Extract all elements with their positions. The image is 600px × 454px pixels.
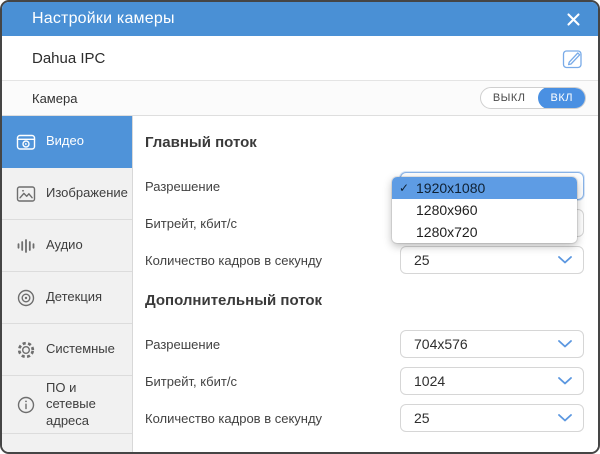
- sub-resolution-select[interactable]: 704x576: [400, 330, 584, 358]
- titlebar: Настройки камеры: [2, 2, 598, 36]
- field-label: Битрейт, кбит/с: [145, 216, 237, 231]
- select-value: 1024: [414, 373, 445, 389]
- camera-row: Камера ВЫКЛ ВКЛ: [2, 81, 598, 116]
- detection-icon: [14, 286, 37, 309]
- image-icon: [14, 182, 37, 205]
- dropdown-option-label: 1920x1080: [416, 180, 485, 196]
- field-label: Битрейт, кбит/с: [145, 374, 237, 389]
- camera-label: Камера: [32, 91, 480, 106]
- dropdown-option-label: 1280x960: [416, 202, 478, 218]
- sidebar: Видео Изображение: [2, 116, 133, 452]
- dropdown-option-1920x1080[interactable]: ✓ 1920x1080: [392, 177, 577, 199]
- dropdown-option-label: 1280x720: [416, 224, 478, 240]
- sidebar-item-label: Детекция: [46, 289, 102, 305]
- field-label: Разрешение: [145, 337, 220, 352]
- camera-toggle: ВЫКЛ ВКЛ: [480, 87, 586, 109]
- field-label: Количество кадров в секунду: [145, 411, 322, 426]
- select-value: 704x576: [414, 336, 468, 352]
- device-row: Dahua IPC: [2, 36, 598, 81]
- sidebar-item-video[interactable]: Видео: [2, 116, 132, 168]
- row-main-resolution: Разрешение ✓ 1920x1080 ✓ 1280x960: [145, 172, 584, 200]
- sidebar-item-detection[interactable]: Детекция: [2, 272, 132, 324]
- row-sub-framerate: Количество кадров в секунду 25: [145, 404, 584, 432]
- select-value: 25: [414, 252, 430, 268]
- field-label: Разрешение: [145, 179, 220, 194]
- sidebar-item-label: Системные: [46, 341, 115, 357]
- sidebar-item-image[interactable]: Изображение: [2, 168, 132, 220]
- toggle-off-button[interactable]: ВЫКЛ: [481, 88, 538, 108]
- chevron-down-icon: [558, 256, 572, 264]
- checkmark-icon: ✓: [399, 181, 409, 195]
- audio-icon: [14, 234, 37, 257]
- row-main-framerate: Количество кадров в секунду 25: [145, 246, 584, 274]
- camera-settings-dialog: Настройки камеры Dahua IPC Камера ВЫКЛ В…: [0, 0, 600, 454]
- sidebar-item-label: ПО и сетевые адреса: [46, 380, 126, 429]
- resolution-dropdown: ✓ 1920x1080 ✓ 1280x960 ✓ 1280x720: [392, 177, 577, 243]
- sidebar-item-label: Изображение: [46, 185, 128, 201]
- sub-bitrate-select[interactable]: 1024: [400, 367, 584, 395]
- settings-panel: Главный поток Разрешение ✓ 1920x1080: [133, 116, 598, 452]
- chevron-down-icon: [558, 377, 572, 385]
- gear-icon: [14, 338, 37, 361]
- chevron-down-icon: [558, 414, 572, 422]
- edit-icon[interactable]: [560, 46, 585, 71]
- sidebar-item-software-network[interactable]: ПО и сетевые адреса: [2, 376, 132, 434]
- dropdown-option-1280x960[interactable]: ✓ 1280x960: [392, 199, 577, 221]
- page-title: Настройки камеры: [32, 10, 564, 28]
- row-sub-bitrate: Битрейт, кбит/с 1024: [145, 367, 584, 395]
- video-icon: [14, 130, 37, 153]
- section-heading-sub-stream: Дополнительный поток: [145, 292, 584, 309]
- row-sub-resolution: Разрешение 704x576: [145, 330, 584, 358]
- info-icon: [14, 393, 37, 416]
- sidebar-item-audio[interactable]: Аудио: [2, 220, 132, 272]
- select-value: 25: [414, 410, 430, 426]
- sub-framerate-select[interactable]: 25: [400, 404, 584, 432]
- dropdown-option-1280x720[interactable]: ✓ 1280x720: [392, 221, 577, 243]
- close-icon[interactable]: [564, 10, 582, 28]
- sidebar-item-label: Аудио: [46, 237, 83, 253]
- section-heading-main-stream: Главный поток: [145, 134, 584, 151]
- chevron-down-icon: [558, 340, 572, 348]
- sidebar-item-system[interactable]: Системные: [2, 324, 132, 376]
- toggle-on-button[interactable]: ВКЛ: [538, 87, 586, 109]
- sidebar-item-label: Видео: [46, 133, 84, 149]
- main-framerate-select[interactable]: 25: [400, 246, 584, 274]
- field-label: Количество кадров в секунду: [145, 253, 322, 268]
- device-name: Dahua IPC: [32, 50, 560, 67]
